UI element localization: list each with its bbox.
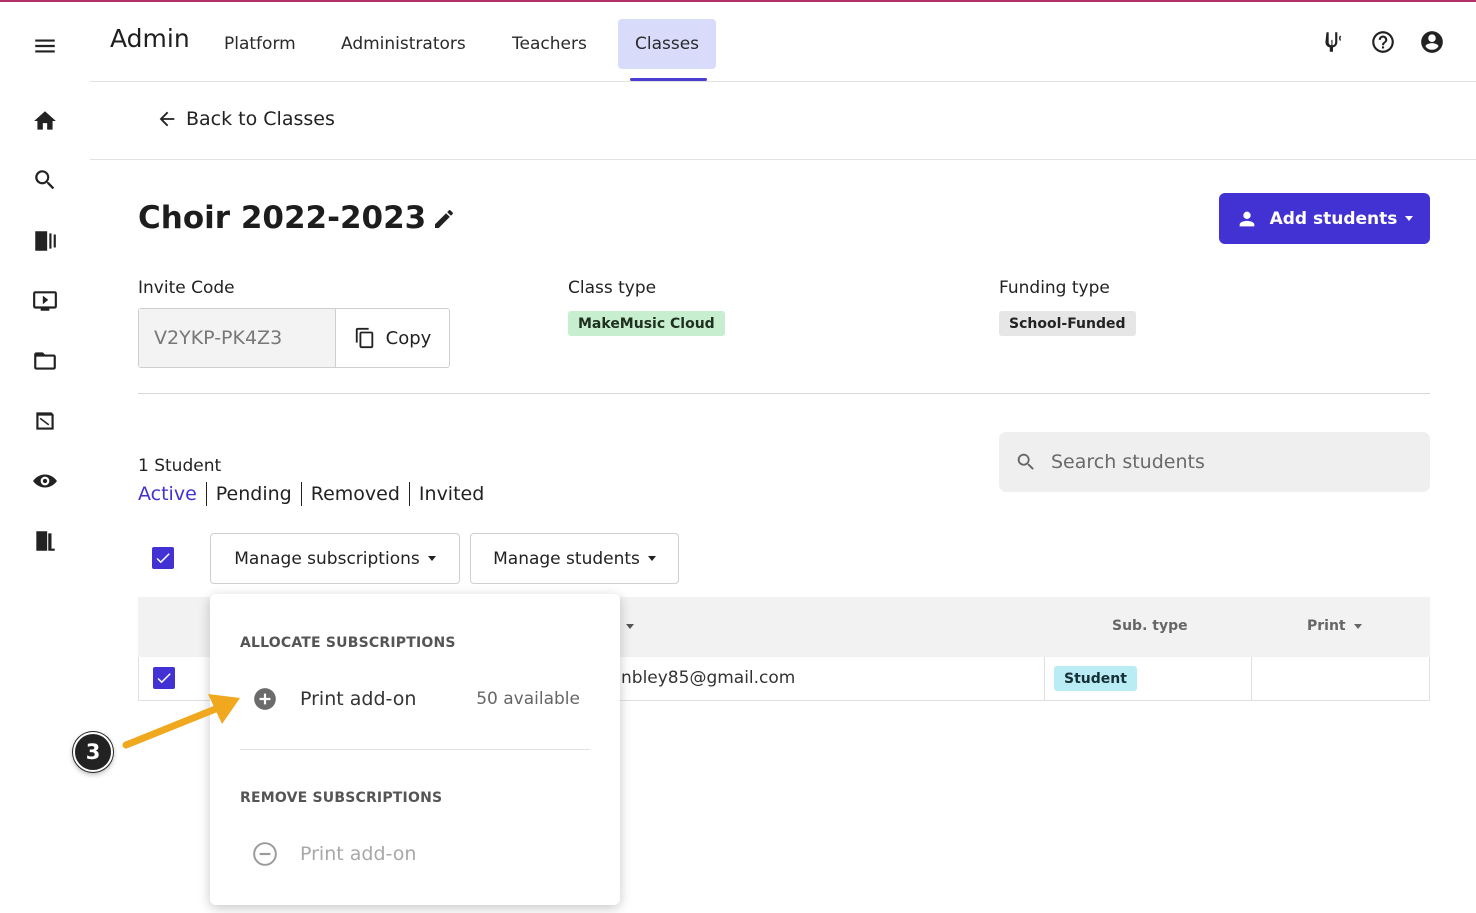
invite-code-value[interactable]: V2YKP-PK4Z3 xyxy=(139,309,336,367)
column-sub-type[interactable]: Sub. type xyxy=(1112,618,1188,634)
select-all-checkbox[interactable] xyxy=(152,547,174,569)
add-students-button[interactable]: Add students xyxy=(1219,193,1430,244)
home-icon[interactable] xyxy=(28,104,62,138)
manage-students-label: Manage students xyxy=(493,548,640,569)
search-icon[interactable] xyxy=(28,163,62,197)
filter-separator xyxy=(408,482,410,506)
filter-separator xyxy=(300,482,302,506)
nav-classes[interactable]: Classes xyxy=(618,19,717,69)
status-filters: Active Pending Removed Invited xyxy=(138,482,484,506)
menu-icon[interactable] xyxy=(28,29,62,63)
filter-separator xyxy=(205,482,207,506)
chevron-down-icon xyxy=(427,556,436,561)
remove-item-label: Print add-on xyxy=(300,843,417,865)
filter-active[interactable]: Active xyxy=(138,482,197,506)
manage-subscriptions-label: Manage subscriptions xyxy=(234,548,420,569)
filter-pending[interactable]: Pending xyxy=(216,482,292,506)
annotation-arrow-icon xyxy=(122,694,240,749)
search-students-box xyxy=(999,432,1430,492)
copy-icon xyxy=(355,327,373,349)
chevron-down-icon xyxy=(1405,216,1414,221)
filter-removed[interactable]: Removed xyxy=(311,482,400,506)
assignments-icon[interactable] xyxy=(28,404,62,438)
chevron-down-icon xyxy=(1353,623,1362,629)
allocate-item-label: Print add-on xyxy=(300,688,417,710)
class-title: Choir 2022-2023 xyxy=(138,200,427,236)
tuner-icon[interactable] xyxy=(1320,29,1346,55)
arrow-left-icon xyxy=(159,111,175,127)
minus-circle-icon xyxy=(253,842,277,866)
section-divider xyxy=(138,393,1430,394)
back-bar: Back to Classes xyxy=(90,82,1476,160)
edit-icon[interactable] xyxy=(432,207,456,231)
top-header: Admin Platform Administrators Teachers C… xyxy=(90,2,1476,82)
nav-teachers[interactable]: Teachers xyxy=(495,19,604,69)
sort-caret-icon[interactable] xyxy=(626,624,634,629)
menu-divider xyxy=(240,749,590,750)
step-number-badge: 3 xyxy=(73,732,113,772)
left-rail xyxy=(0,0,90,913)
manage-subscriptions-menu: ALLOCATE SUBSCRIPTIONS Print add-on 50 a… xyxy=(210,594,620,905)
brand-title: Admin xyxy=(110,24,190,53)
nav-administrators[interactable]: Administrators xyxy=(324,19,483,69)
sub-type-badge: Student xyxy=(1054,666,1137,691)
copy-button[interactable]: Copy xyxy=(336,309,449,367)
video-icon[interactable] xyxy=(28,284,62,318)
plus-circle-icon xyxy=(254,688,276,710)
folder-icon[interactable] xyxy=(28,344,62,378)
nav-active-indicator xyxy=(630,78,707,81)
invite-code-field: V2YKP-PK4Z3 Copy xyxy=(138,308,450,368)
funding-type-label: Funding type xyxy=(999,278,1110,298)
back-label: Back to Classes xyxy=(186,108,335,130)
help-icon[interactable] xyxy=(1370,29,1396,55)
cell-divider xyxy=(1044,657,1045,700)
remove-section-header: REMOVE SUBSCRIPTIONS xyxy=(240,790,443,806)
chevron-down-icon xyxy=(647,556,656,561)
manage-subscriptions-button[interactable]: Manage subscriptions xyxy=(210,533,460,584)
add-students-label: Add students xyxy=(1269,208,1398,229)
person-icon xyxy=(1239,211,1254,226)
column-print-label: Print xyxy=(1307,618,1346,634)
available-count: 50 available xyxy=(476,689,580,709)
account-icon[interactable] xyxy=(1419,29,1445,55)
funding-type-badge: School-Funded xyxy=(999,311,1136,336)
class-type-badge: MakeMusic Cloud xyxy=(568,311,725,336)
exit-icon[interactable] xyxy=(28,524,62,558)
invite-code-label: Invite Code xyxy=(138,278,235,298)
row-checkbox[interactable] xyxy=(153,667,175,689)
nav-platform[interactable]: Platform xyxy=(207,19,313,69)
allocate-section-header: ALLOCATE SUBSCRIPTIONS xyxy=(240,635,456,651)
listen-icon[interactable] xyxy=(28,464,62,498)
copy-label: Copy xyxy=(385,327,432,349)
search-students-input[interactable] xyxy=(1051,451,1391,473)
student-count: 1 Student xyxy=(138,456,222,476)
student-email: nbley85@gmail.com xyxy=(621,668,796,688)
column-print[interactable]: Print xyxy=(1307,618,1362,634)
manage-students-button[interactable]: Manage students xyxy=(470,533,679,584)
filter-invited[interactable]: Invited xyxy=(419,482,484,506)
back-to-classes-link[interactable]: Back to Classes xyxy=(156,108,335,130)
cell-divider xyxy=(1251,657,1252,700)
check-icon xyxy=(156,553,170,564)
remove-print-addon-item[interactable]: Print add-on xyxy=(252,841,582,867)
search-icon xyxy=(1017,453,1034,470)
library-icon[interactable] xyxy=(28,224,62,258)
check-icon xyxy=(157,673,171,684)
class-type-label: Class type xyxy=(568,278,657,298)
